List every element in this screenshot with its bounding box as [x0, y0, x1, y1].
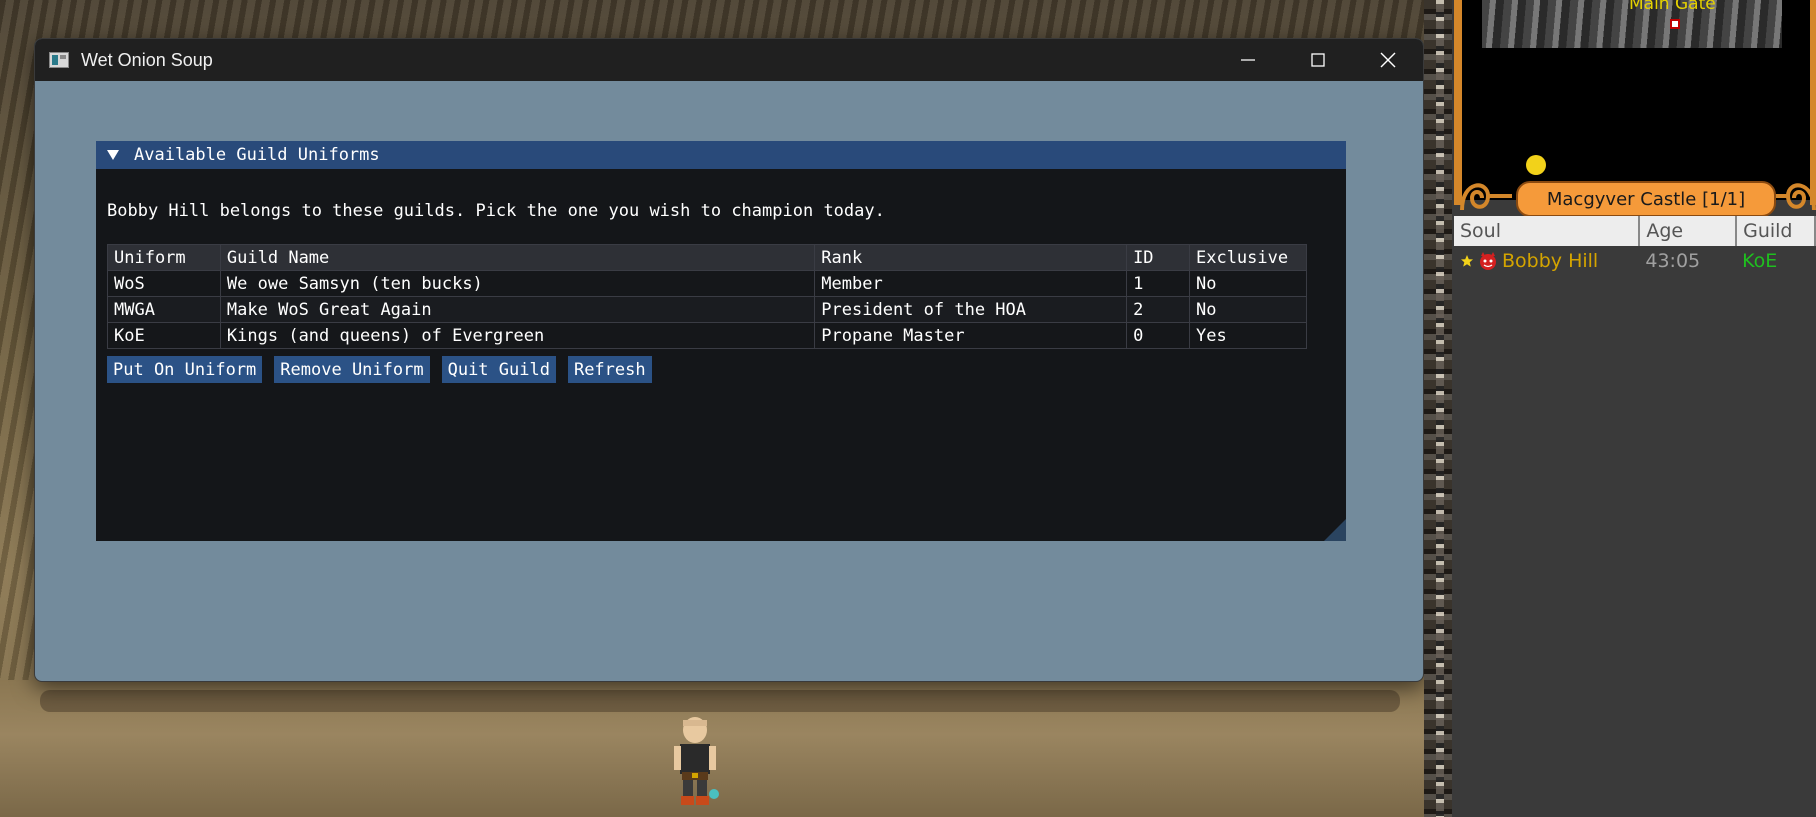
player-column-soul[interactable]: Soul [1454, 216, 1641, 246]
resize-grip[interactable] [1324, 519, 1346, 541]
player-character-sprite[interactable] [670, 716, 720, 808]
player-soul-wrap: Bobby Hill [1460, 246, 1633, 276]
location-banner: Macgyver Castle [1/1] [1516, 181, 1776, 217]
cell-guild-name: We owe Samsyn (ten bucks) [219, 270, 816, 297]
player-row[interactable]: Bobby Hill 43:05 KoE [1454, 246, 1815, 276]
cell-exclusive: Yes [1188, 322, 1308, 349]
cell-id: 0 [1126, 322, 1190, 349]
player-guild: KoE [1742, 250, 1778, 272]
tree-trunk-divider [1424, 0, 1452, 817]
table-row[interactable]: WoS We owe Samsyn (ten bucks) Member 1 N… [107, 270, 1308, 297]
app-window: Wet Onion Soup Available Guild Uniforms … [34, 38, 1424, 682]
refresh-button[interactable]: Refresh [567, 356, 652, 383]
guild-table: Uniform Guild Name Rank ID Exclusive WoS… [107, 244, 1308, 349]
table-header-row: Uniform Guild Name Rank ID Exclusive [107, 244, 1308, 271]
cell-rank: President of the HOA [814, 296, 1128, 323]
table-row[interactable]: MWGA Make WoS Great Again President of t… [107, 296, 1308, 323]
collapse-arrow-icon[interactable] [106, 148, 120, 162]
cell-uniform: WoS [107, 270, 221, 297]
intro-text: Bobby Hill belongs to these guilds. Pick… [107, 201, 885, 221]
close-icon [1380, 52, 1396, 68]
minimap-marker-icon [1670, 19, 1680, 29]
cell-id: 1 [1126, 270, 1190, 297]
column-header-uniform[interactable]: Uniform [107, 244, 221, 271]
player-smiley-icon [1526, 155, 1546, 175]
minimize-button[interactable] [1213, 39, 1283, 81]
minimize-icon [1241, 59, 1255, 61]
app-icon [49, 52, 69, 68]
close-button[interactable] [1353, 39, 1423, 81]
cell-uniform: MWGA [107, 296, 221, 323]
cell-guild-name: Make WoS Great Again [219, 296, 816, 323]
table-row[interactable]: KoE Kings (and queens) of Evergreen Prop… [107, 322, 1308, 349]
player-list: Soul Age Guild Bobby Hill 43:05 KoE [1454, 216, 1816, 276]
cell-uniform: KoE [107, 322, 221, 349]
panel-body: Bobby Hill belongs to these guilds. Pick… [96, 199, 1346, 383]
panel-header[interactable]: Available Guild Uniforms [96, 141, 1346, 169]
player-soul-cell: Bobby Hill [1454, 246, 1639, 276]
title-bar[interactable]: Wet Onion Soup [35, 39, 1423, 81]
game-side-panel: Main Gate Macgyver Castle [1/1] Soul Age… [1424, 0, 1816, 817]
cell-rank: Member [814, 270, 1128, 297]
player-name: Bobby Hill [1502, 250, 1599, 272]
player-list-header: Soul Age Guild [1454, 216, 1816, 246]
window-controls [1213, 39, 1423, 81]
player-column-guild[interactable]: Guild [1736, 216, 1816, 246]
maximize-button[interactable] [1283, 39, 1353, 81]
celtic-knot-ornament-icon [1774, 183, 1816, 211]
column-header-rank[interactable]: Rank [814, 244, 1128, 271]
panel-header-label: Available Guild Uniforms [134, 145, 380, 165]
cell-exclusive: No [1188, 270, 1308, 297]
player-age: 43:05 [1645, 250, 1701, 272]
star-icon [1461, 255, 1473, 267]
action-buttons: Put On Uniform Remove Uniform Quit Guild… [107, 356, 1335, 383]
quit-guild-button[interactable]: Quit Guild [441, 356, 556, 383]
put-on-uniform-button[interactable]: Put On Uniform [107, 356, 263, 383]
column-header-id[interactable]: ID [1126, 244, 1190, 271]
cell-exclusive: No [1188, 296, 1308, 323]
minimap-label: Main Gate [1629, 0, 1716, 14]
column-header-exclusive[interactable]: Exclusive [1188, 244, 1308, 271]
maximize-icon [1311, 53, 1325, 67]
column-header-guild-name[interactable]: Guild Name [219, 244, 816, 271]
cell-rank: Propane Master [814, 322, 1128, 349]
window-title: Wet Onion Soup [81, 49, 213, 70]
player-column-age[interactable]: Age [1639, 216, 1738, 246]
floor-shadow [40, 690, 1400, 712]
cell-id: 2 [1126, 296, 1190, 323]
celtic-knot-ornament-icon [1460, 183, 1512, 211]
remove-uniform-button[interactable]: Remove Uniform [274, 356, 430, 383]
guild-uniforms-panel: Available Guild Uniforms Bobby Hill belo… [96, 141, 1346, 541]
devil-face-icon [1480, 252, 1496, 270]
cell-guild-name: Kings (and queens) of Evergreen [219, 322, 816, 349]
